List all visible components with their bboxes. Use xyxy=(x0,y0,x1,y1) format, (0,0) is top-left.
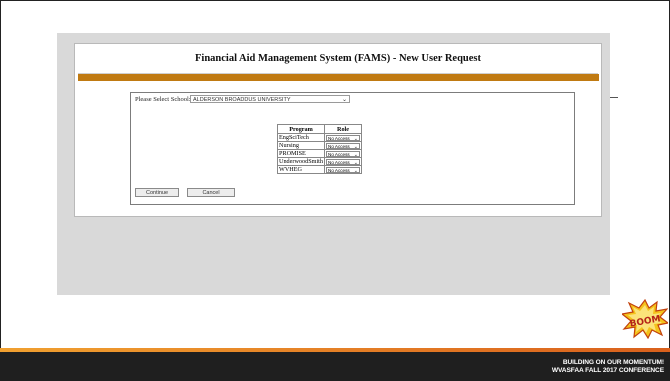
continue-button[interactable]: Continue xyxy=(135,188,179,197)
role-cell: No Access ⌄ xyxy=(324,141,362,150)
role-value: No Access xyxy=(328,151,350,157)
chevron-down-icon: ⌄ xyxy=(353,135,358,141)
role-select[interactable]: No Access ⌄ xyxy=(326,150,360,157)
program-cell: WVHEG xyxy=(277,165,325,174)
program-role-table: Program Role EngSciTech No Access ⌄ Nursi… xyxy=(277,124,362,174)
program-cell: EngSciTech xyxy=(277,133,325,142)
divider-tick xyxy=(610,97,618,98)
chevron-down-icon: ⌄ xyxy=(353,143,358,149)
chevron-down-icon: ⌄ xyxy=(353,151,358,157)
role-value: No Access xyxy=(328,167,350,173)
role-value: No Access xyxy=(328,143,350,149)
program-cell: UnderwoodSmith xyxy=(277,157,325,166)
new-user-form: Please Select School: ALDERSON BROADDUS … xyxy=(130,92,575,205)
role-select[interactable]: No Access ⌄ xyxy=(326,134,360,141)
role-cell: No Access ⌄ xyxy=(324,157,362,166)
role-cell: No Access ⌄ xyxy=(324,149,362,158)
table-row: WVHEG No Access ⌄ xyxy=(277,165,362,174)
footer-accent-stripe xyxy=(0,348,670,352)
column-header-program: Program xyxy=(277,124,325,134)
footer-tagline: BUILDING ON OUR MOMENTUM! xyxy=(562,359,664,366)
chevron-down-icon: ⌄ xyxy=(353,167,358,173)
column-header-role: Role xyxy=(324,124,362,134)
chevron-down-icon: ⌄ xyxy=(353,159,358,165)
cancel-button[interactable]: Cancel xyxy=(187,188,235,197)
role-select[interactable]: No Access ⌄ xyxy=(326,142,360,149)
role-cell: No Access ⌄ xyxy=(324,165,362,174)
footer-bar: BUILDING ON OUR MOMENTUM! WVASFAA FALL 2… xyxy=(0,348,670,381)
table-row: UnderwoodSmith No Access ⌄ xyxy=(277,157,362,166)
fams-window: Financial Aid Management System (FAMS) -… xyxy=(74,43,602,217)
school-select[interactable]: ALDERSON BROADDUS UNIVERSITY ⌄ xyxy=(190,95,350,103)
chevron-down-icon: ⌄ xyxy=(341,97,347,103)
boom-badge-icon: BOOM xyxy=(622,299,668,339)
page-title: Financial Aid Management System (FAMS) -… xyxy=(195,53,481,64)
role-value: No Access xyxy=(328,159,350,165)
role-cell: No Access ⌄ xyxy=(324,133,362,142)
school-label: Please Select School: xyxy=(135,96,191,103)
table-header-row: Program Role xyxy=(277,124,362,134)
school-selected-value: ALDERSON BROADDUS UNIVERSITY xyxy=(193,97,291,103)
role-value: No Access xyxy=(328,135,350,141)
table-row: Nursing No Access ⌄ xyxy=(277,141,362,150)
program-cell: Nursing xyxy=(277,141,325,150)
header-bar xyxy=(78,74,599,81)
program-cell: PROMISE xyxy=(277,149,325,158)
table-row: PROMISE No Access ⌄ xyxy=(277,149,362,158)
footer-conference: WVASFAA FALL 2017 CONFERENCE xyxy=(551,367,664,374)
role-select[interactable]: No Access ⌄ xyxy=(326,158,360,165)
table-row: EngSciTech No Access ⌄ xyxy=(277,133,362,142)
role-select[interactable]: No Access ⌄ xyxy=(326,166,360,173)
